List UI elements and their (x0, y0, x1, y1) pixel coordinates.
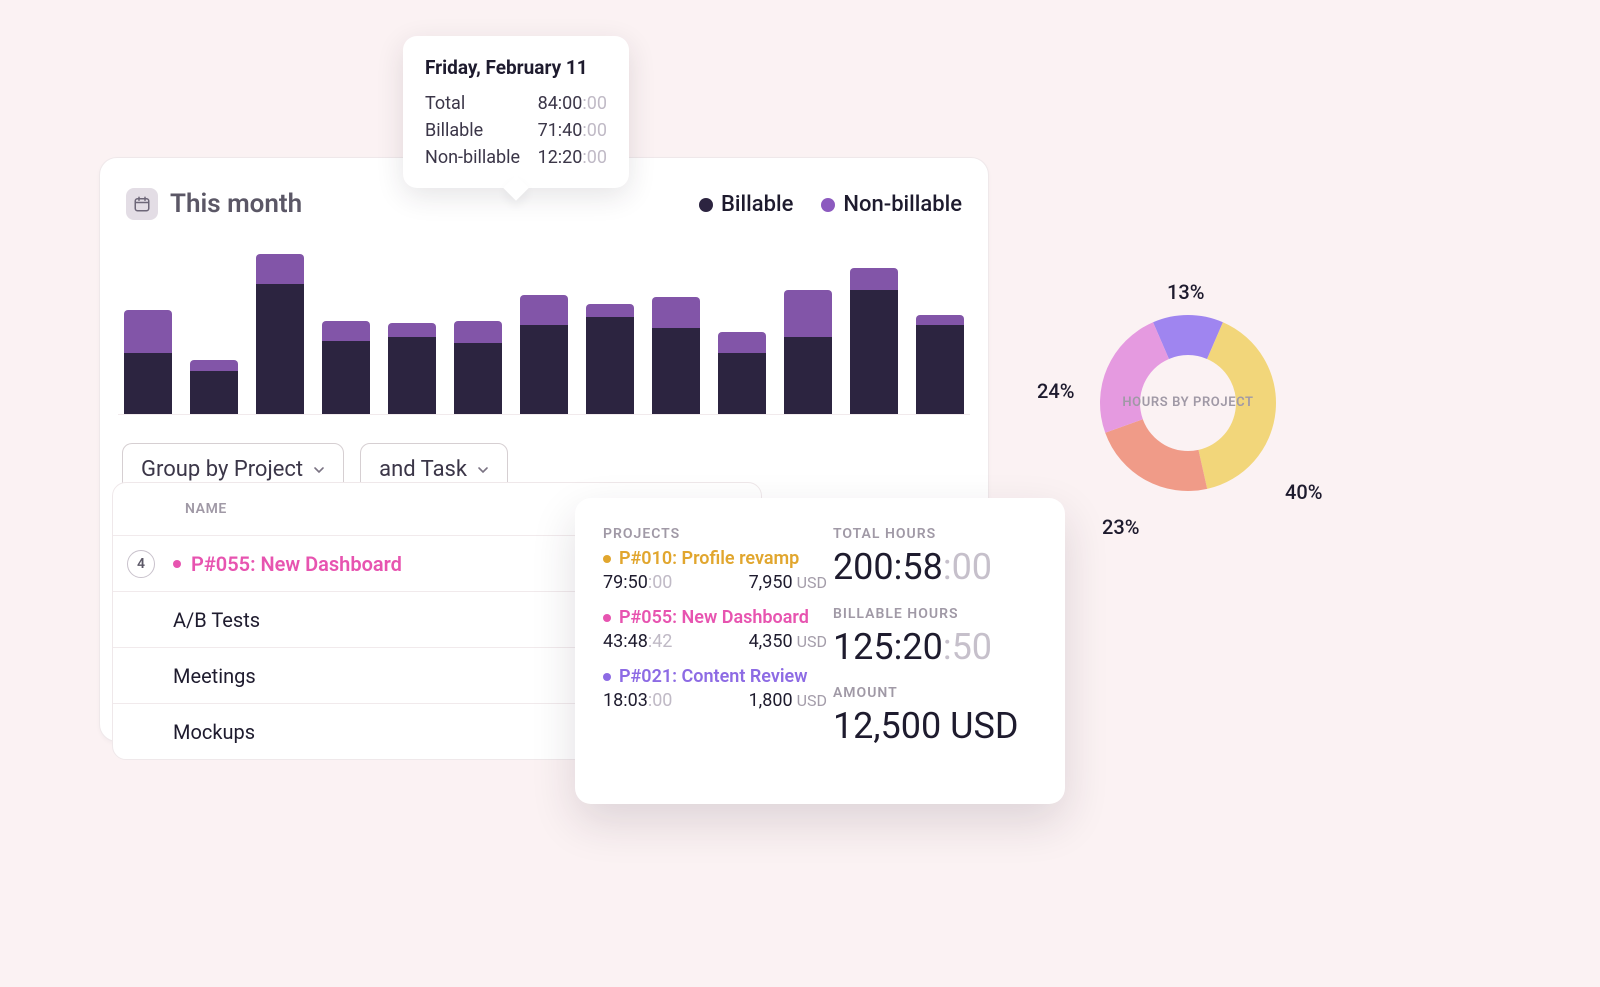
title-row: This month Billable Non-billable (118, 188, 970, 220)
tooltip-date: Friday, February 11 (425, 56, 607, 79)
stacked-bar-chart[interactable] (118, 250, 970, 415)
summary-project-title: P#055: New Dashboard (619, 607, 809, 628)
legend-nonbillable: Non-billable (821, 192, 962, 217)
legend-billable: Billable (699, 192, 793, 217)
bar[interactable] (388, 323, 436, 414)
chevron-down-icon (477, 457, 489, 482)
summary-project-amount: 1,800USD (749, 690, 827, 711)
calendar-icon (126, 188, 158, 220)
amount-value: 12,500 USD (833, 707, 1041, 747)
task-name: A/B Tests (173, 608, 260, 632)
summary-project-hours: 18:03:00 (603, 690, 672, 711)
project-dot-icon (603, 614, 611, 622)
summary-project[interactable]: P#021: Content Review 18:03:00 1,800USD (603, 666, 833, 711)
legend-dot-nonbillable (821, 198, 835, 212)
summary-project-hours: 79:50:00 (603, 572, 672, 593)
tooltip-value: 71:40:00 (538, 120, 607, 141)
tooltip-value: 12:20:00 (538, 147, 607, 168)
summary-card: PROJECTS P#010: Profile revamp 79:50:00 … (575, 498, 1065, 804)
and-task-label: and Task (379, 457, 467, 482)
summary-project-title: P#010: Profile revamp (619, 548, 799, 569)
donut-pct-left: 24% (1037, 379, 1074, 403)
donut-chart[interactable]: HOURS BY PROJECT (1088, 303, 1288, 503)
tooltip-row-nonbillable: Non-billable 12:20:00 (425, 147, 607, 168)
tooltip-label: Non-billable (425, 147, 520, 168)
total-hours-label: TOTAL HOURS (833, 526, 1041, 542)
project-dot-icon (603, 673, 611, 681)
donut-center-label: HOURS BY PROJECT (1088, 303, 1288, 503)
summary-project-amount: 4,350USD (749, 631, 827, 652)
amount-label: AMOUNT (833, 685, 1041, 701)
donut-pct-right: 40% (1285, 480, 1322, 504)
summary-totals-col: TOTAL HOURS 200:58:00 BILLABLE HOURS 125… (833, 526, 1041, 784)
bar[interactable] (784, 290, 832, 414)
summary-projects-col: PROJECTS P#010: Profile revamp 79:50:00 … (603, 526, 833, 784)
bar[interactable] (586, 304, 634, 414)
subtask-count-badge: 4 (127, 550, 155, 578)
bar[interactable] (916, 315, 964, 414)
bar[interactable] (652, 297, 700, 414)
task-name: Meetings (173, 664, 256, 688)
bar[interactable] (718, 332, 766, 414)
tooltip-label: Billable (425, 120, 483, 141)
summary-project-amount: 7,950USD (749, 572, 827, 593)
summary-project[interactable]: P#055: New Dashboard 43:48:42 4,350USD (603, 607, 833, 652)
chart-legend: Billable Non-billable (699, 192, 962, 217)
donut-pct-btm: 23% (1102, 515, 1139, 539)
bar[interactable] (190, 360, 238, 414)
donut-pct-top: 13% (1167, 280, 1204, 304)
project-name: P#055: New Dashboard (191, 552, 402, 576)
bar-chart-tooltip: Friday, February 11 Total 84:00:00 Billa… (403, 36, 629, 188)
bar[interactable] (520, 295, 568, 414)
bar[interactable] (322, 321, 370, 414)
tooltip-label: Total (425, 93, 465, 114)
tooltip-row-total: Total 84:00:00 (425, 93, 607, 114)
bar[interactable] (124, 310, 172, 414)
legend-billable-label: Billable (721, 192, 793, 217)
tooltip-value: 84:00:00 (538, 93, 607, 114)
title-left-group: This month (126, 188, 302, 220)
bar[interactable] (454, 321, 502, 414)
projects-section-label: PROJECTS (603, 526, 833, 542)
summary-project-title: P#021: Content Review (619, 666, 808, 687)
bar[interactable] (850, 268, 898, 414)
project-dot-icon (173, 560, 181, 568)
legend-nonbillable-label: Non-billable (843, 192, 962, 217)
billable-hours-value: 125:20:50 (833, 628, 1041, 668)
summary-project-hours: 43:48:42 (603, 631, 672, 652)
project-dot-icon (603, 555, 611, 563)
tooltip-row-billable: Billable 71:40:00 (425, 120, 607, 141)
column-name[interactable]: NAME (185, 501, 617, 517)
total-hours-value: 200:58:00 (833, 548, 1041, 588)
summary-project[interactable]: P#010: Profile revamp 79:50:00 7,950USD (603, 548, 833, 593)
billable-hours-label: BILLABLE HOURS (833, 606, 1041, 622)
group-by-label: Group by Project (141, 457, 303, 482)
period-label[interactable]: This month (170, 189, 302, 219)
bar[interactable] (256, 254, 304, 414)
legend-dot-billable (699, 198, 713, 212)
task-name: Mockups (173, 720, 255, 744)
chevron-down-icon (313, 457, 325, 482)
